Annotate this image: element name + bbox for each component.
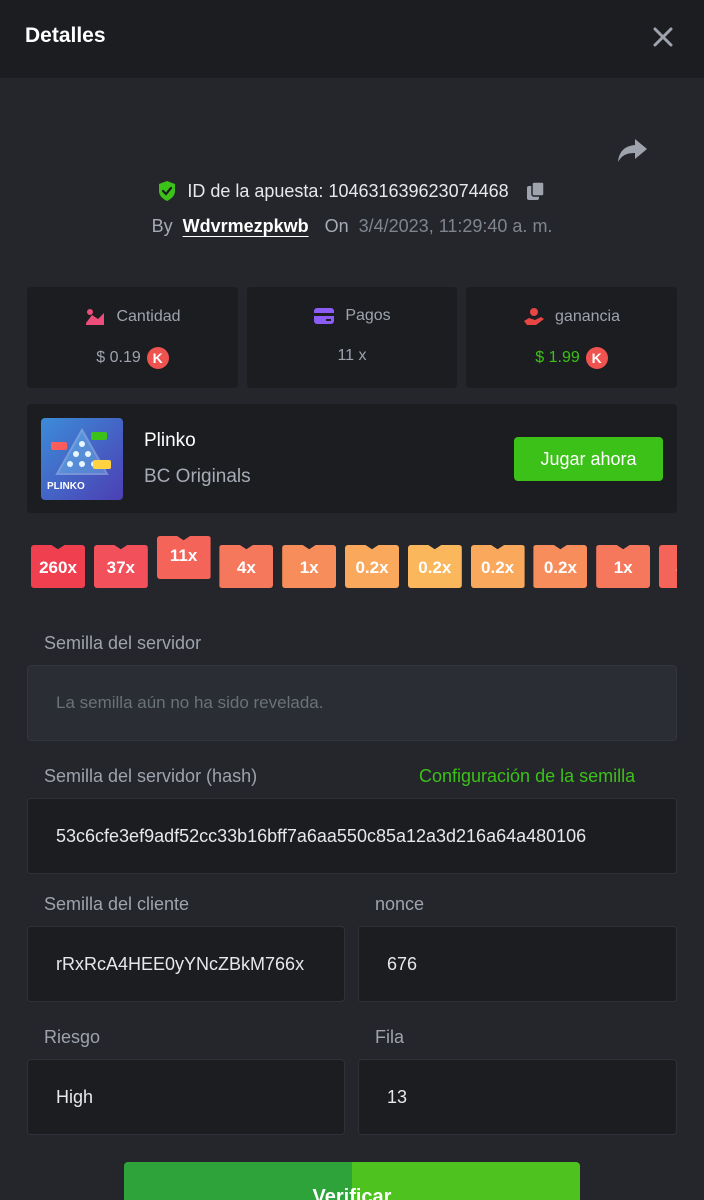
game-thumb-label: PLINKO — [47, 481, 85, 492]
server-seed-field: La semilla aún no ha sido revelada. — [27, 665, 677, 741]
share-icon[interactable] — [615, 133, 649, 167]
currency-coin-icon: K — [146, 347, 169, 369]
bet-id-value: 104631639623074468 — [328, 180, 509, 201]
copy-icon[interactable] — [525, 180, 547, 202]
server-hash-value: 53c6cfe3ef9adf52cc33b16bff7a6aa550c85a12… — [56, 825, 587, 846]
game-name: Plinko — [144, 430, 196, 451]
amount-icon — [86, 309, 105, 325]
server-hash-field[interactable]: 53c6cfe3ef9adf52cc33b16bff7a6aa550c85a12… — [27, 798, 677, 874]
risk-field[interactable]: High — [27, 1059, 345, 1135]
game-thumbnail[interactable]: PLINKO — [41, 418, 123, 500]
game-provider: BC Originals — [144, 466, 251, 487]
profit-hand-icon — [524, 308, 545, 325]
rows-field[interactable]: 13 — [358, 1059, 677, 1135]
nonce-value: 676 — [387, 953, 418, 974]
amount-label: Cantidad — [116, 308, 181, 325]
by-label: By — [151, 215, 173, 236]
multiplier-slot: 4x — [219, 545, 274, 588]
multiplier-slot: 0.2x — [345, 545, 399, 588]
seed-config-link[interactable]: Configuración de la semilla — [419, 766, 635, 787]
game-card: PLINKO Plinko BC Originals Jugar ahora — [27, 404, 677, 513]
rows-value: 13 — [387, 1086, 408, 1107]
server-seed-label: Semilla del servidor — [44, 633, 202, 653]
client-seed-value: rRxRcA4HEE0yYNcZBkM766x — [56, 953, 305, 974]
multiplier-slot: 1x — [596, 545, 651, 588]
multiplier-slot: 0.2x — [407, 545, 462, 588]
bet-id-line: ID de la apuesta: 104631639623074468 — [0, 178, 704, 204]
multiplier-slot: 0.2x — [533, 545, 588, 588]
risk-value: High — [56, 1086, 94, 1107]
nonce-field[interactable]: 676 — [358, 926, 677, 1002]
card-icon — [314, 308, 335, 324]
modal-header: Detalles — [0, 0, 704, 78]
profit-value: $ 1.99 — [535, 349, 580, 366]
profit-label: ganancia — [555, 308, 620, 325]
multiplier-row: 260x37x11x4x1x0.2x0.2x0.2x0.2x1x4x — [27, 530, 677, 600]
modal-title: Detalles — [25, 24, 106, 47]
multiplier-slot: 11x — [156, 536, 211, 579]
close-icon[interactable] — [648, 22, 678, 52]
multiplier-slot: 4x — [659, 545, 677, 588]
on-label: On — [324, 215, 349, 236]
bet-author-line: By Wdvrmezpkwb On 3/4/2023, 11:29:40 a. … — [0, 213, 704, 239]
play-now-button[interactable]: Jugar ahora — [514, 437, 663, 481]
rows-label: Fila — [375, 1027, 405, 1047]
amount-card: Cantidad $ 0.19 K — [27, 287, 238, 388]
currency-coin-icon: K — [585, 347, 608, 369]
client-seed-field[interactable]: rRxRcA4HEE0yYNcZBkM766x — [27, 926, 345, 1002]
profit-card: ganancia $ 1.99 K — [466, 287, 677, 388]
payout-value: 11 x — [337, 347, 367, 364]
bet-id-label: ID de la apuesta: — [187, 180, 324, 201]
payout-label: Pagos — [345, 307, 391, 324]
amount-value: $ 0.19 — [96, 349, 141, 366]
verify-button[interactable]: Verificar — [124, 1162, 580, 1200]
shield-check-icon — [159, 181, 176, 201]
risk-label: Riesgo — [44, 1027, 101, 1047]
client-seed-label: Semilla del cliente — [44, 894, 190, 914]
nonce-label: nonce — [375, 894, 425, 914]
server-hash-label: Semilla del servidor (hash) — [44, 766, 258, 786]
bet-date: 3/4/2023, 11:29:40 a. m. — [358, 215, 553, 236]
multiplier-slot: 260x — [31, 545, 85, 588]
multiplier-slot: 1x — [282, 545, 337, 588]
payout-card: Pagos 11 x — [247, 287, 457, 388]
multiplier-slot: 37x — [93, 545, 148, 588]
username-link[interactable]: Wdvrmezpkwb — [183, 216, 309, 237]
server-seed-placeholder: La semilla aún no ha sido revelada. — [56, 693, 324, 712]
multiplier-slot: 0.2x — [470, 545, 525, 588]
